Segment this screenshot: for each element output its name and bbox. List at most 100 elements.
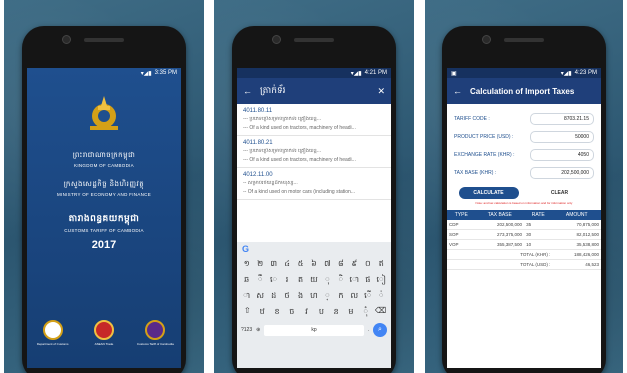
key[interactable]: ៨ (335, 258, 347, 270)
key[interactable]: ផ (362, 274, 374, 286)
cell-tax-base: 355,387,500 (475, 239, 525, 250)
key[interactable]: ១ (241, 258, 253, 270)
page-title: Calculation of Import Taxes (470, 86, 575, 96)
period-key[interactable]: . (368, 327, 369, 333)
key[interactable]: ត (295, 274, 307, 286)
key[interactable]: ៩ (348, 258, 360, 270)
field-label: TARIFF CODE : (454, 116, 490, 122)
cell-rate: 35 (524, 220, 553, 230)
key[interactable]: ថ (281, 290, 293, 302)
key[interactable]: ើ (362, 290, 374, 302)
status-time: 4:23 PM (574, 70, 597, 76)
key[interactable]: ង (295, 290, 307, 302)
result-code: 4012.11.00 (243, 172, 273, 178)
key[interactable]: ឹ (254, 274, 266, 286)
result-en-desc: --- Of a kind used on tractors, machiner… (243, 125, 356, 131)
key[interactable]: ៧ (321, 258, 333, 270)
keyboard-row: ⇧ ឋខចវបនមុំ ⌫ (237, 304, 391, 320)
key[interactable]: ៤ (281, 258, 293, 270)
asean-logo-icon (93, 320, 114, 340)
key[interactable]: ុំ (360, 306, 372, 318)
key[interactable]: ឋ (256, 306, 268, 318)
cell-amount: 35,538,800 (552, 239, 601, 250)
exchange-rate-input[interactable]: 4050 (530, 149, 594, 161)
key[interactable]: ល (348, 290, 360, 302)
key[interactable]: វ (301, 306, 313, 318)
key[interactable]: ្ (321, 290, 333, 302)
key[interactable]: ា (241, 290, 253, 302)
key[interactable]: ២ (254, 258, 266, 270)
kh-ministry-title: ក្រសួងសេដ្ឋកិច្ច និងហិរញ្ញវត្ថុ (63, 181, 145, 188)
space-key[interactable]: kp (264, 324, 364, 336)
key[interactable]: េ (268, 274, 280, 286)
table-row: VOP 355,387,500 10 35,538,800 (447, 239, 601, 250)
key[interactable]: ខ (271, 306, 283, 318)
column-header: AMOUNT (552, 210, 601, 220)
key[interactable]: ម (345, 306, 357, 318)
field-label: TAX BASE (KHR) : (454, 170, 497, 176)
kh-kingdom-title: ព្រះរាជាណាចក្រកម្ពុជា (72, 152, 136, 159)
back-arrow-icon[interactable]: ← (453, 86, 462, 96)
clear-button[interactable]: CLEAR (529, 187, 590, 199)
speaker (294, 38, 334, 42)
key[interactable]: ឥ (375, 258, 387, 270)
globe-icon[interactable]: ⊕ (256, 327, 260, 333)
notification-icon: ▣ (451, 70, 457, 77)
key[interactable]: ិ (335, 274, 347, 286)
close-icon[interactable]: ✕ (377, 86, 385, 97)
product-price-input[interactable]: 50000 (530, 131, 594, 143)
status-bar: ▾◢▮ 3:35 PM (27, 68, 181, 78)
tariff-code-field: TARIFF CODE : 8703.21.15 (447, 110, 601, 128)
google-g-icon[interactable]: G (237, 242, 391, 256)
table-row: SOP 273,375,000 30 82,012,500 (447, 229, 601, 240)
total-usd-value: 46,523 (552, 259, 601, 270)
key[interactable]: ុ (321, 274, 333, 286)
search-result-item[interactable]: 4011.80.21 --- ប្រភេទប្រើសម្រាប់ត្រាក់ទ័… (237, 136, 391, 168)
key[interactable]: ច (286, 306, 298, 318)
result-kh-desc: --- ប្រភេទប្រើសម្រាប់ត្រាក់ទ័រ គ្រឿងយន្ត… (243, 148, 322, 154)
key[interactable]: ៀ (375, 274, 387, 286)
total-usd-row: TOTAL (USD) : 46,523 (447, 259, 601, 270)
key[interactable]: ៦ (308, 258, 320, 270)
tariff-code-input[interactable]: 8703.21.15 (530, 113, 594, 125)
key[interactable]: ោ (348, 274, 360, 286)
key[interactable]: ក (335, 290, 347, 302)
speaker (84, 38, 124, 42)
search-app-bar: ← ត្រាក់ទ័រ ✕ (237, 78, 391, 104)
numbers-key[interactable]: ?123 (241, 327, 252, 333)
back-arrow-icon[interactable]: ← (243, 86, 252, 96)
search-key-icon[interactable]: ⌕ (373, 323, 387, 337)
key[interactable]: យ (308, 274, 320, 286)
key[interactable]: ប (315, 306, 327, 318)
panel-search: ▾◢▮ 4:21 PM ← ត្រាក់ទ័រ ✕ 4011.80.11 --- … (214, 0, 414, 373)
result-kh-desc: -- សម្រាប់រថយន្តដឹកមនុស្ស... (243, 180, 298, 186)
logo-label: ASEAN Trade (94, 342, 114, 346)
camera (62, 35, 71, 44)
key[interactable]: ដ (268, 290, 280, 302)
search-result-item[interactable]: 4012.11.00 -- សម្រាប់រថយន្តដឹកមនុស្ស... … (237, 168, 391, 200)
key[interactable]: រ (281, 274, 293, 286)
backspace-icon[interactable]: ⌫ (375, 306, 387, 318)
signal-icon: ▾◢▮ (350, 70, 362, 77)
total-khr-value: 188,426,000 (552, 249, 601, 260)
key[interactable]: ហ (308, 290, 320, 302)
key[interactable]: ឆ (241, 274, 253, 286)
key[interactable]: ៣ (268, 258, 280, 270)
search-input[interactable]: ត្រាក់ទ័រ (260, 85, 369, 98)
calculate-button[interactable]: CALCULATE (458, 187, 519, 199)
column-header: RATE (524, 210, 553, 220)
key[interactable]: ់ (375, 290, 387, 302)
search-result-item[interactable]: 4011.80.11 --- ប្រភេទប្រើសម្រាប់ត្រាក់ទ័… (237, 104, 391, 136)
key[interactable]: ០ (362, 258, 374, 270)
shift-icon[interactable]: ⇧ (241, 306, 253, 318)
keyboard-row: ១២៣៤៥៦៧៨៩០ឥ (237, 256, 391, 272)
en-kingdom-title: KINGDOM OF CAMBODIA (74, 163, 134, 168)
logo-label: Customs Tariff of Cambodia (136, 342, 174, 346)
action-buttons: CALCULATE CLEAR (447, 182, 601, 201)
tax-base-input[interactable]: 202,500,000 (530, 167, 594, 179)
cell-rate: 10 (524, 239, 553, 250)
customs-logo-icon (42, 320, 63, 340)
key[interactable]: ន (330, 306, 342, 318)
key[interactable]: ៥ (295, 258, 307, 270)
key[interactable]: ស (254, 290, 266, 302)
